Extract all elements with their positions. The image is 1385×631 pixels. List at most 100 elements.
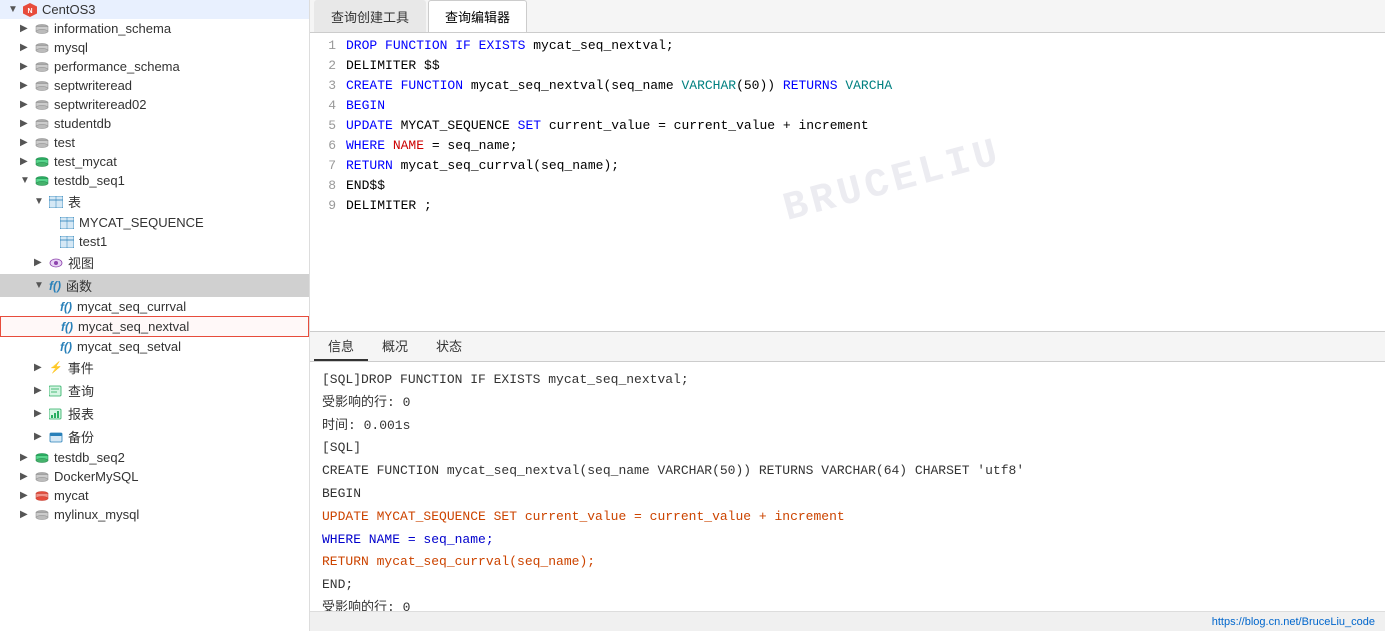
label-events-group: 事件 (68, 358, 94, 377)
top-tabs-bar: 查询创建工具 查询编辑器 (310, 0, 1385, 33)
func-icon-setval: f() (60, 340, 72, 354)
label-test_mycat: test_mycat (54, 154, 117, 169)
bottom-tabs-bar: 信息 概况 状态 (310, 332, 1385, 362)
right-panel: 查询创建工具 查询编辑器 BRUCELIU 1DROP FUNCTION IF … (310, 0, 1385, 631)
sidebar-group-queries[interactable]: 查询 (0, 379, 309, 402)
label-DockerMySQL: DockerMySQL (54, 469, 139, 484)
code-lines-container: 1DROP FUNCTION IF EXISTS mycat_seq_nextv… (310, 37, 1385, 217)
chevron-events (34, 362, 46, 373)
table-group-icon (49, 196, 63, 208)
label-mycat_seq_currval: mycat_seq_currval (77, 299, 186, 314)
line-content: DELIMITER ; (346, 198, 1385, 213)
chevron-queries (34, 385, 46, 396)
code-line: 1DROP FUNCTION IF EXISTS mycat_seq_nextv… (310, 37, 1385, 57)
code-line: 7RETURN mycat_seq_currval(seq_name); (310, 157, 1385, 177)
line-content: BEGIN (346, 98, 1385, 113)
label-MYCAT_SEQUENCE: MYCAT_SEQUENCE (79, 215, 204, 230)
label-information_schema: information_schema (54, 21, 171, 36)
sidebar-item-mycat_seq_nextval[interactable]: f() mycat_seq_nextval (0, 316, 309, 337)
backup-group-icon (49, 431, 63, 443)
db-icon-mylinux_mysql (35, 510, 49, 520)
db-icon-testdb_seq1 (35, 176, 49, 186)
db-icon-mycat (35, 491, 49, 501)
sidebar-item-septwriteread02[interactable]: septwriteread02 (0, 95, 309, 114)
sidebar-group-functions[interactable]: f() 函数 (0, 274, 309, 297)
func-icon-currval: f() (60, 300, 72, 314)
func-group-icon: f() (49, 279, 61, 293)
sidebar-item-testdb_seq1[interactable]: testdb_seq1 (0, 171, 309, 190)
chevron-studentdb (20, 118, 32, 129)
label-septwriteread02: septwriteread02 (54, 97, 147, 112)
sidebar-item-MYCAT_SEQUENCE[interactable]: MYCAT_SEQUENCE (0, 213, 309, 232)
root-db-icon: N (23, 3, 37, 17)
sidebar-group-backups[interactable]: 备份 (0, 425, 309, 448)
code-line: 2DELIMITER $$ (310, 57, 1385, 77)
bottom-panel: 信息 概况 状态 [SQL]DROP FUNCTION IF EXISTS my… (310, 331, 1385, 611)
sidebar-item-performance_schema[interactable]: performance_schema (0, 57, 309, 76)
db-icon-information_schema (35, 24, 49, 34)
db-icon-DockerMySQL (35, 472, 49, 482)
chevron-performance_schema (20, 61, 32, 72)
line-number: 6 (310, 138, 346, 153)
bottom-content: [SQL]DROP FUNCTION IF EXISTS mycat_seq_n… (310, 362, 1385, 611)
chevron-septwriteread02 (20, 99, 32, 110)
info-line: RETURN mycat_seq_currval(seq_name); (322, 552, 1373, 573)
info-line: [SQL]DROP FUNCTION IF EXISTS mycat_seq_n… (322, 370, 1373, 391)
sidebar-item-test_mycat[interactable]: test_mycat (0, 152, 309, 171)
chevron-functions (34, 280, 46, 291)
query-group-icon (49, 385, 63, 397)
code-line: 5UPDATE MYCAT_SEQUENCE SET current_value… (310, 117, 1385, 137)
sidebar-item-mycat_seq_setval[interactable]: f() mycat_seq_setval (0, 337, 309, 356)
sidebar-item-septwriteread[interactable]: septwriteread (0, 76, 309, 95)
chevron-reports (34, 408, 46, 419)
line-content: END$$ (346, 178, 1385, 193)
db-icon-mysql (35, 43, 49, 53)
sidebar-group-tables[interactable]: 表 (0, 190, 309, 213)
bottom-tab-info[interactable]: 信息 (314, 332, 368, 361)
info-line: CREATE FUNCTION mycat_seq_nextval(seq_na… (322, 461, 1373, 482)
db-icon-test (35, 138, 49, 148)
info-line: 时间: 0.001s (322, 416, 1373, 437)
table-icon-MYCAT_SEQUENCE (60, 217, 74, 229)
db-icon-testdb_seq2 (35, 453, 49, 463)
line-content: UPDATE MYCAT_SEQUENCE SET current_value … (346, 118, 1385, 133)
line-number: 1 (310, 38, 346, 53)
tab-query-editor[interactable]: 查询编辑器 (428, 0, 527, 32)
chevron-information_schema (20, 23, 32, 34)
sidebar-item-mysql[interactable]: mysql (0, 38, 309, 57)
statusbar-url: https://blog.cn.net/BruceLiu_code (1212, 616, 1375, 628)
sidebar-root[interactable]: N CentOS3 (0, 0, 309, 19)
sidebar-item-test[interactable]: test (0, 133, 309, 152)
info-line: [SQL] (322, 438, 1373, 459)
sidebar-item-mycat[interactable]: mycat (0, 486, 309, 505)
label-test: test (54, 135, 75, 150)
label-functions-group: 函数 (66, 276, 92, 295)
line-number: 2 (310, 58, 346, 73)
sidebar-item-testdb_seq2[interactable]: testdb_seq2 (0, 448, 309, 467)
label-mycat: mycat (54, 488, 89, 503)
bottom-tab-status[interactable]: 状态 (422, 332, 476, 361)
sidebar-group-views[interactable]: 视图 (0, 251, 309, 274)
line-number: 5 (310, 118, 346, 133)
sidebar-item-mycat_seq_currval[interactable]: f() mycat_seq_currval (0, 297, 309, 316)
sidebar-item-mylinux_mysql[interactable]: mylinux_mysql (0, 505, 309, 524)
line-number: 9 (310, 198, 346, 213)
info-line: WHERE NAME = seq_name; (322, 530, 1373, 551)
line-content: WHERE NAME = seq_name; (346, 138, 1385, 153)
sidebar-item-studentdb[interactable]: studentdb (0, 114, 309, 133)
sidebar-item-test1[interactable]: test1 (0, 232, 309, 251)
sidebar-group-events[interactable]: ⚡ 事件 (0, 356, 309, 379)
root-chevron (8, 4, 20, 15)
chevron-views (34, 257, 46, 268)
sidebar-item-DockerMySQL[interactable]: DockerMySQL (0, 467, 309, 486)
svg-text:N: N (27, 8, 32, 15)
label-testdb_seq2: testdb_seq2 (54, 450, 125, 465)
line-number: 7 (310, 158, 346, 173)
bottom-tab-overview[interactable]: 概况 (368, 332, 422, 361)
db-icon-septwriteread (35, 81, 49, 91)
sidebar-item-information_schema[interactable]: information_schema (0, 19, 309, 38)
label-test1: test1 (79, 234, 107, 249)
code-editor[interactable]: BRUCELIU 1DROP FUNCTION IF EXISTS mycat_… (310, 33, 1385, 331)
sidebar-group-reports[interactable]: 报表 (0, 402, 309, 425)
tab-query-create[interactable]: 查询创建工具 (314, 0, 426, 32)
